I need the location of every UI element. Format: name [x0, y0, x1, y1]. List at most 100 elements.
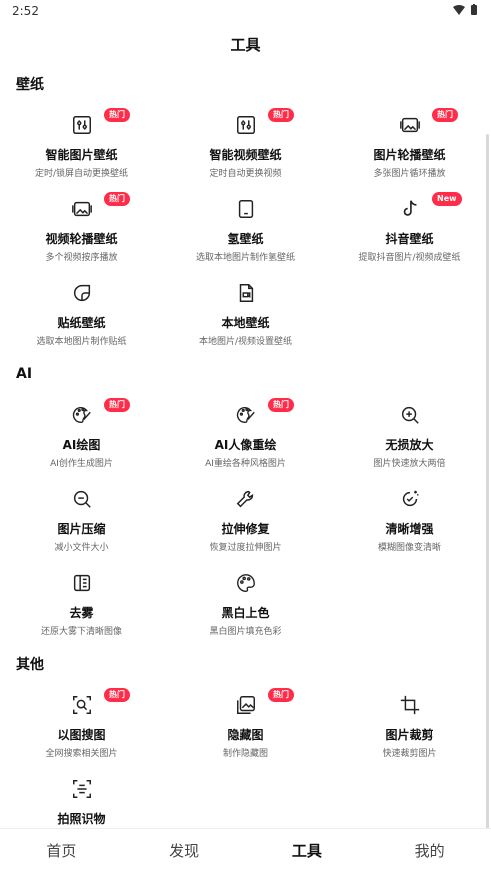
tools-content[interactable]: 壁纸 热门 智能图片壁纸 定时/锁屏自动更换壁纸 热门 智能视频壁纸 定时自动更… [0, 64, 491, 828]
wifi-icon [453, 4, 465, 15]
tool-desc: 选取本地图片制作氢壁纸 [195, 253, 295, 263]
battery-icon [471, 4, 477, 15]
tool-smart-image-wallpaper[interactable]: 热门 智能图片壁纸 定时/锁屏自动更换壁纸 [0, 108, 163, 194]
image-adjust-icon [69, 112, 95, 138]
zoom-out-icon [69, 486, 95, 512]
tool-desc: 定时自动更换视频 [209, 169, 282, 179]
tool-desc: 快速裁剪图片 [382, 749, 437, 759]
tool-name: 图片压缩 [57, 522, 106, 536]
wrench-icon [233, 486, 259, 512]
hot-badge: 热门 [268, 688, 294, 702]
tool-clarity-enhance[interactable]: 清晰增强 模糊图像变清晰 [328, 486, 491, 568]
tool-desc: 多张图片循环播放 [373, 169, 446, 179]
hot-badge: 热门 [432, 108, 458, 122]
hot-badge: 热门 [104, 398, 130, 412]
tool-desc: 制作隐藏图 [222, 749, 268, 759]
tool-dehaze[interactable]: 去雾 还原大雾下清晰图像 [0, 570, 163, 652]
hidden-image-icon [233, 692, 259, 718]
tool-photo-recognize[interactable]: 拍照识物 [0, 776, 163, 828]
tool-name: AI人像重绘 [214, 438, 277, 452]
tool-image-carousel-wallpaper[interactable]: 热门 图片轮播壁纸 多张图片循环播放 [328, 108, 491, 194]
zoom-in-icon [397, 402, 423, 428]
tool-hidden-image[interactable]: 热门 隐藏图 制作隐藏图 [164, 688, 327, 774]
palette-brush-icon [69, 402, 95, 428]
video-adjust-icon [233, 112, 259, 138]
tool-desc: 多个视频按序播放 [45, 253, 118, 263]
tiktok-icon [397, 196, 423, 222]
scan-icon [69, 776, 95, 802]
tool-smart-video-wallpaper[interactable]: 热门 智能视频壁纸 定时自动更换视频 [164, 108, 327, 194]
hot-badge: 热门 [104, 688, 130, 702]
tool-local-wallpaper[interactable]: 本地壁纸 本地图片/视频设置壁纸 [164, 280, 327, 362]
tool-image-crop[interactable]: 图片裁剪 快速裁剪图片 [328, 692, 491, 774]
tool-name: 氢壁纸 [227, 232, 264, 246]
tool-name: 无损放大 [385, 438, 434, 452]
crop-icon [397, 692, 423, 718]
tool-hydrogen-wallpaper[interactable]: 氢壁纸 选取本地图片制作氢壁纸 [164, 196, 327, 278]
tool-name: 拍照识物 [57, 812, 106, 826]
tool-colorize[interactable]: 黑白上色 黑白图片填充色彩 [164, 570, 327, 652]
image-carousel-icon [397, 112, 423, 138]
tool-name: 以图搜图 [57, 728, 106, 742]
hot-badge: 热门 [268, 108, 294, 122]
tool-desc: AI创作生成图片 [50, 459, 113, 469]
tool-ai-portrait[interactable]: 热门 AI人像重绘 AI重绘各种风格图片 [164, 398, 327, 484]
hot-badge: 热门 [104, 192, 130, 206]
sparkle-enhance-icon [397, 486, 423, 512]
status-icons [453, 4, 477, 15]
tool-name: 智能视频壁纸 [209, 148, 282, 162]
tool-desc: 定时/锁屏自动更换壁纸 [34, 169, 129, 179]
tool-desc: 图片快速放大两倍 [373, 459, 446, 469]
tool-desc: AI重绘各种风格图片 [205, 459, 286, 469]
tool-desc: 提取抖音图片/视频成壁纸 [358, 253, 461, 263]
tool-name: 智能图片壁纸 [45, 148, 118, 162]
tool-desc: 选取本地图片制作贴纸 [36, 337, 127, 347]
tool-desc: 本地图片/视频设置壁纸 [198, 337, 293, 347]
sticker-icon [69, 280, 95, 306]
tool-desc: 黑白图片填充色彩 [209, 627, 282, 637]
section-title-wallpaper: 壁纸 [16, 77, 44, 93]
palette-brush-icon [233, 402, 259, 428]
nav-mine[interactable]: 我的 [368, 829, 491, 872]
tool-name: 图片裁剪 [385, 728, 434, 742]
nav-home[interactable]: 首页 [0, 829, 123, 872]
video-carousel-icon [69, 196, 95, 222]
tool-desc: 恢复过度拉伸图片 [209, 543, 282, 553]
color-palette-icon [233, 570, 259, 596]
header: 工具 [0, 24, 491, 64]
status-bar: 2:52 [0, 0, 491, 24]
tool-douyin-wallpaper[interactable]: New 抖音壁纸 提取抖音图片/视频成壁纸 [328, 192, 491, 278]
image-search-icon [69, 692, 95, 718]
tool-name: 抖音壁纸 [385, 232, 434, 246]
bottom-nav: 首页 发现 工具 我的 [0, 828, 491, 872]
status-time: 2:52 [12, 4, 39, 18]
dehaze-icon [69, 570, 95, 596]
tool-name: AI绘图 [62, 438, 101, 452]
tool-image-search[interactable]: 热门 以图搜图 全网搜索相关图片 [0, 688, 163, 774]
tool-stretch-repair[interactable]: 拉伸修复 恢复过度拉伸图片 [164, 486, 327, 568]
tool-name: 黑白上色 [221, 606, 270, 620]
tool-sticker-wallpaper[interactable]: 贴纸壁纸 选取本地图片制作贴纸 [0, 280, 163, 362]
tool-name: 贴纸壁纸 [57, 316, 106, 330]
tool-desc: 全网搜索相关图片 [45, 749, 118, 759]
scrollbar[interactable] [486, 134, 489, 828]
section-title-other: 其他 [16, 657, 44, 673]
hot-badge: 热门 [104, 108, 130, 122]
page-title: 工具 [230, 35, 261, 54]
tool-name: 去雾 [69, 606, 94, 620]
tool-ai-drawing[interactable]: 热门 AI绘图 AI创作生成图片 [0, 398, 163, 484]
tool-name: 图片轮播壁纸 [373, 148, 446, 162]
section-title-ai: AI [16, 366, 33, 382]
tool-name: 清晰增强 [385, 522, 434, 536]
tool-lossless-upscale[interactable]: 无损放大 图片快速放大两倍 [328, 402, 491, 484]
tool-name: 拉伸修复 [221, 522, 270, 536]
tool-name: 视频轮播壁纸 [45, 232, 118, 246]
local-file-icon [233, 280, 259, 306]
tool-image-compress[interactable]: 图片压缩 减小文件大小 [0, 486, 163, 568]
nav-discover[interactable]: 发现 [123, 829, 246, 872]
new-badge: New [432, 192, 462, 206]
nav-tools[interactable]: 工具 [246, 829, 369, 872]
tool-video-carousel-wallpaper[interactable]: 热门 视频轮播壁纸 多个视频按序播放 [0, 192, 163, 278]
tool-desc: 减小文件大小 [54, 543, 109, 553]
hot-badge: 热门 [268, 398, 294, 412]
